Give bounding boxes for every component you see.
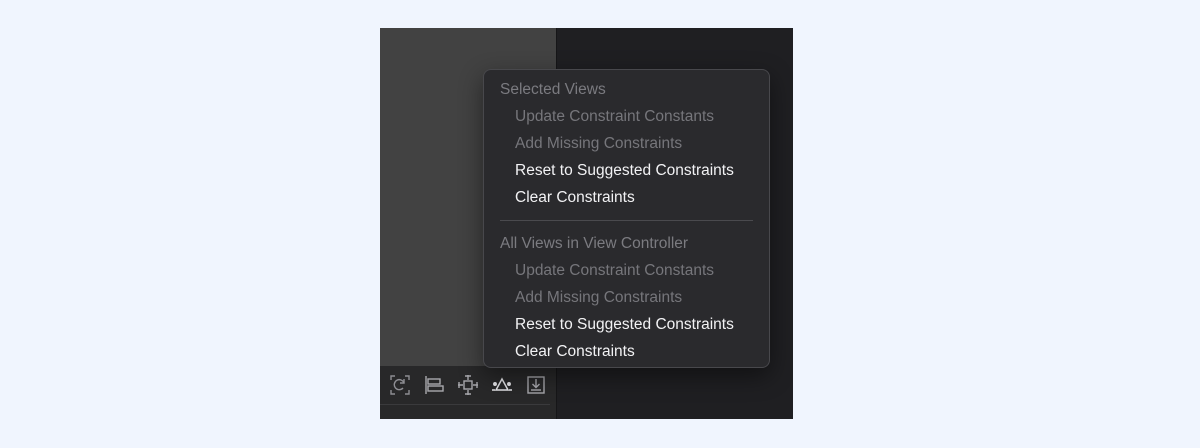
menu-item-add-missing-constraints-selected: Add Missing Constraints [515, 135, 683, 152]
resolve-autolayout-issues-menu: Selected Views Update Constraint Constan… [483, 69, 770, 368]
menu-item-clear-constraints-all[interactable]: Clear Constraints [484, 338, 769, 365]
xcode-editor-area: Selected Views Update Constraint Constan… [380, 28, 793, 419]
add-constraints-icon[interactable] [457, 374, 479, 396]
menu-section-header-all-views: All Views in View Controller [500, 235, 689, 252]
menu-item-clear-constraints-selected[interactable]: Clear Constraints [484, 184, 769, 211]
resolve-autolayout-issues-icon[interactable] [491, 374, 513, 396]
menu-item-reset-suggested-constraints-selected[interactable]: Reset to Suggested Constraints [484, 157, 769, 184]
menu-separator [500, 220, 753, 221]
menu-item-reset-suggested-constraints-all[interactable]: Reset to Suggested Constraints [484, 311, 769, 338]
embed-in-icon[interactable] [525, 374, 547, 396]
menu-item-update-constraint-constants-all: Update Constraint Constants [515, 262, 715, 279]
update-frames-icon[interactable] [389, 374, 411, 396]
canvas-bottom-toolbar [380, 366, 556, 419]
menu-item-update-constraint-constants-selected: Update Constraint Constants [515, 108, 715, 125]
menu-item-add-missing-constraints-all: Add Missing Constraints [515, 289, 683, 306]
align-icon[interactable] [423, 374, 445, 396]
toolbar-divider [380, 404, 550, 405]
menu-section-header-selected-views: Selected Views [500, 81, 606, 98]
